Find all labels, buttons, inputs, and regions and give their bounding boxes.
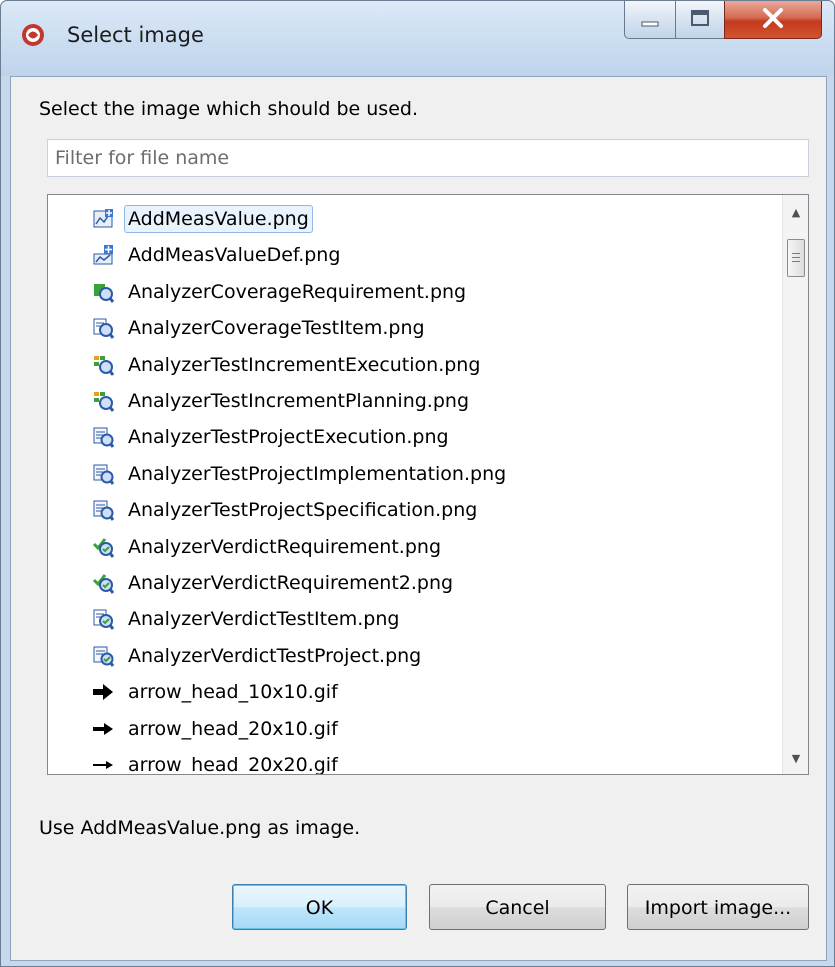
list-item-label: AddMeasValueDef.png xyxy=(128,244,341,267)
maximize-button[interactable] xyxy=(675,1,725,39)
list-item[interactable]: arrow_head_10x10.gif xyxy=(92,674,342,710)
close-button[interactable] xyxy=(724,1,822,39)
analyzer-increment-icon xyxy=(94,355,114,376)
list-item-label: AnalyzerVerdictTestItem.png xyxy=(128,608,400,631)
analyzer-project-icon xyxy=(93,464,114,485)
analyzer-requirement-icon xyxy=(94,283,114,303)
list-item-label: AnalyzerTestProjectImplementation.png xyxy=(128,462,507,485)
vertical-scrollbar[interactable]: ▲ ▼ xyxy=(782,195,808,774)
list-item[interactable]: arrow_head_20x20.gif xyxy=(92,747,342,775)
image-list[interactable]: AddMeasValue.png AddMeasValueDef.png Analy… xyxy=(47,194,809,775)
maximize-icon xyxy=(691,10,709,26)
list-item-label: AnalyzerTestProjectSpecification.png xyxy=(128,499,478,522)
list-item[interactable]: AnalyzerCoverageRequirement.png xyxy=(92,274,470,310)
minimize-button[interactable] xyxy=(624,1,676,39)
list-item[interactable]: AnalyzerTestProjectSpecification.png xyxy=(92,492,481,528)
arrow-thin-icon xyxy=(93,761,113,769)
filter-input[interactable] xyxy=(47,139,809,177)
list-item[interactable]: AnalyzerTestIncrementExecution.png xyxy=(92,347,484,383)
cancel-button[interactable]: Cancel xyxy=(429,884,606,930)
window-controls xyxy=(624,1,822,40)
list-item[interactable]: AnalyzerTestProjectExecution.png xyxy=(92,419,453,455)
list-item[interactable]: AddMeasValue.png xyxy=(92,201,313,237)
analyzer-project-icon xyxy=(93,427,114,449)
meas-value-icon xyxy=(93,209,113,228)
analyzer-testitem-icon xyxy=(93,318,114,340)
list-item[interactable]: AnalyzerCoverageTestItem.png xyxy=(92,310,429,346)
title-bar[interactable]: Select image xyxy=(1,1,834,76)
selection-status: Use AddMeasValue.png as image. xyxy=(39,817,361,839)
ok-button[interactable]: OK xyxy=(232,884,407,930)
analyzer-verdict-testitem-icon xyxy=(93,609,114,631)
grip-line xyxy=(792,261,800,262)
analyzer-verdict-project-icon xyxy=(93,646,114,667)
analyzer-increment-icon xyxy=(94,392,114,412)
scroll-up-icon[interactable]: ▲ xyxy=(783,200,808,226)
list-item-label: AnalyzerCoverageRequirement.png xyxy=(128,280,467,303)
dialog-prompt: Select the image which should be used. xyxy=(39,98,418,120)
analyzer-verdict-icon xyxy=(92,574,114,594)
list-item-label: arrow_head_10x10.gif xyxy=(128,681,338,704)
list-item-label: AnalyzerTestIncrementExecution.png xyxy=(128,353,481,376)
list-item-label: AnalyzerCoverageTestItem.png xyxy=(128,317,425,340)
scroll-down-icon[interactable]: ▼ xyxy=(783,746,808,772)
list-item-label: arrow_head_20x20.gif xyxy=(128,754,338,775)
list-item[interactable]: AnalyzerVerdictTestItem.png xyxy=(92,601,403,637)
list-item[interactable]: AnalyzerTestIncrementPlanning.png xyxy=(92,383,473,419)
scroll-thumb[interactable] xyxy=(787,239,805,277)
meas-value-def-icon xyxy=(93,245,113,265)
list-item[interactable]: AnalyzerVerdictRequirement.png xyxy=(92,529,445,565)
arrow-medium-icon xyxy=(93,722,113,735)
grip-line xyxy=(792,257,800,258)
list-item[interactable]: AnalyzerTestProjectImplementation.png xyxy=(92,456,510,492)
minimize-icon xyxy=(641,21,659,27)
list-item-label: AnalyzerTestIncrementPlanning.png xyxy=(128,390,470,412)
analyzer-project-icon xyxy=(93,500,114,522)
list-item-label: AddMeasValue.png xyxy=(124,205,313,233)
analyzer-verdict-icon xyxy=(92,537,114,558)
list-item-label: AnalyzerVerdictRequirement.png xyxy=(128,535,441,558)
list-item[interactable]: AddMeasValueDef.png xyxy=(92,237,344,273)
list-item-label: AnalyzerVerdictTestProject.png xyxy=(128,644,422,667)
list-item[interactable]: AnalyzerVerdictRequirement2.png xyxy=(92,565,457,601)
arrow-bold-icon xyxy=(93,684,113,701)
select-image-dialog: Select image Select the image which shou xyxy=(0,0,835,967)
app-logo-icon xyxy=(22,24,44,46)
close-icon xyxy=(763,8,783,28)
list-item[interactable]: AnalyzerVerdictTestProject.png xyxy=(92,638,425,674)
list-item-label: AnalyzerVerdictRequirement2.png xyxy=(128,572,454,594)
window-title: Select image xyxy=(67,23,204,47)
list-item[interactable]: arrow_head_20x10.gif xyxy=(92,711,342,747)
grip-line xyxy=(792,253,800,254)
list-item-label: AnalyzerTestProjectExecution.png xyxy=(128,426,449,449)
list-item-label: arrow_head_20x10.gif xyxy=(128,717,338,740)
import-image-button[interactable]: Import image... xyxy=(627,884,809,930)
